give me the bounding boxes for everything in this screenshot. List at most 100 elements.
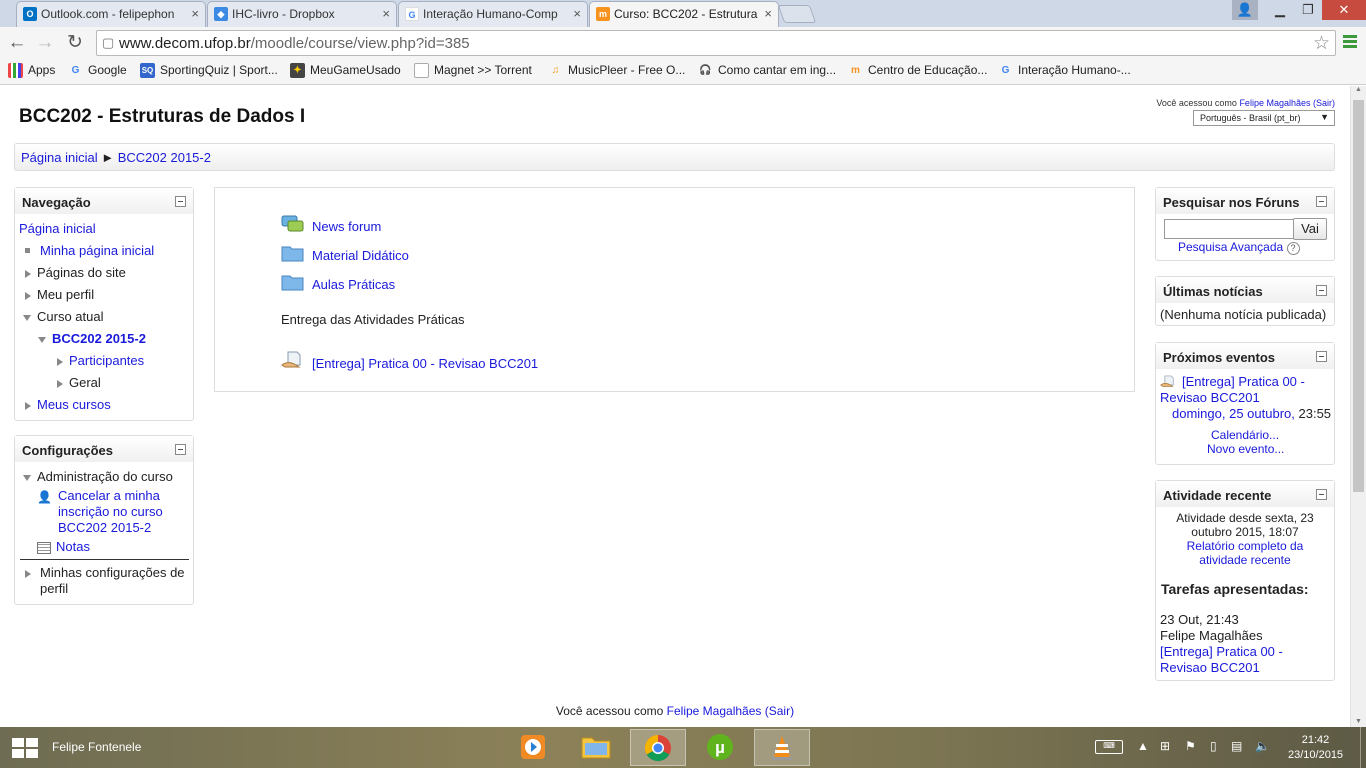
bookmark-star-icon[interactable]: ☆ [1313, 32, 1330, 55]
activity-assignment[interactable]: [Entrega] Pratica 00 - Revisao BCC201 [281, 351, 538, 371]
media-player-icon[interactable] [505, 729, 561, 766]
tab-outlook[interactable]: O Outlook.com - felipephon × [16, 1, 206, 27]
svg-text:µ: µ [715, 738, 725, 757]
apps-grid-icon [8, 63, 23, 78]
nav-current-course[interactable]: Curso atual [23, 309, 103, 324]
nav-general[interactable]: Geral [57, 375, 101, 390]
action-center-icon[interactable]: ⚑ [1185, 739, 1196, 753]
new-tab-button[interactable] [777, 5, 817, 23]
latest-news-block: Últimas notícias (Nenhuma notícia public… [1155, 276, 1335, 326]
show-hidden-icons[interactable]: ▲ [1137, 739, 1149, 753]
nav-home[interactable]: Página inicial [19, 221, 96, 236]
activity-news-forum[interactable]: News forum [281, 215, 381, 234]
full-report-link[interactable]: Relatório completo da atividade recente [1156, 539, 1334, 567]
unenrol-link[interactable]: 👤 Cancelar a minha inscrição no curso BC… [37, 488, 163, 536]
tab-close-icon[interactable]: × [764, 6, 772, 21]
tab-ihc[interactable]: G Interação Humano-Comp × [398, 1, 588, 27]
event-item[interactable]: [Entrega] Pratica 00 - Revisao BCC201 do… [1160, 374, 1331, 422]
minimize-button[interactable]: ▁ [1266, 0, 1294, 20]
battery-icon[interactable]: ▯ [1210, 739, 1217, 753]
page-info-icon[interactable]: ▢ [102, 35, 114, 51]
block-header: Últimas notícias [1156, 277, 1334, 303]
recent-activity-block: Atividade recente Atividade desde sexta,… [1155, 480, 1335, 681]
page-title: BCC202 - Estruturas de Dados I [19, 106, 306, 127]
user-profile-icon[interactable]: 👤 [1232, 0, 1258, 20]
bookmark-sportingquiz[interactable]: SQ SportingQuiz | Sport... [140, 63, 278, 78]
user-profile-link[interactable]: Felipe Magalhães [1239, 98, 1310, 108]
folder-icon [281, 275, 304, 291]
advanced-search[interactable]: Pesquisa Avançada ? [1178, 240, 1300, 255]
windows-start-icon[interactable] [12, 738, 38, 758]
show-desktop-button[interactable] [1360, 727, 1366, 768]
submission-link[interactable]: Revisao BCC201 [1160, 660, 1283, 676]
tab-close-icon[interactable]: × [382, 6, 390, 21]
tab-title: Outlook.com - felipephon [41, 7, 175, 21]
nav-my-profile[interactable]: Meu perfil [25, 287, 94, 302]
bookmark-ihc[interactable]: G Interação Humano-... [998, 63, 1131, 77]
address-bar[interactable]: ▢ www.decom.ufop.br/moodle/course/view.p… [96, 30, 1336, 56]
close-window-button[interactable]: ✕ [1322, 0, 1366, 20]
bookmark-centro-educacao[interactable]: m Centro de Educação... [848, 63, 987, 77]
submission-link[interactable]: [Entrega] Pratica 00 - [1160, 644, 1283, 660]
collapse-icon[interactable] [1316, 285, 1327, 296]
collapse-icon[interactable] [1316, 351, 1327, 362]
grades-link[interactable]: Notas [37, 539, 90, 554]
tab-moodle-course[interactable]: m Curso: BCC202 - Estrutura × [589, 1, 779, 28]
restore-button[interactable]: ❐ [1294, 0, 1322, 20]
footer-user-link[interactable]: Felipe Magalhães [667, 704, 762, 718]
forward-button[interactable]: → [34, 32, 56, 54]
utorrent-icon[interactable]: µ [692, 729, 748, 766]
course-admin[interactable]: Administração do curso [23, 469, 173, 484]
collapse-icon[interactable] [175, 444, 186, 455]
bookmark-google[interactable]: G Google [68, 63, 127, 77]
breadcrumb-course[interactable]: BCC202 2015-2 [118, 150, 211, 165]
vlc-icon[interactable] [754, 729, 810, 766]
profile-settings[interactable]: Minhas configurações de perfil [25, 565, 185, 597]
activity-material-didatico[interactable]: Material Didático [281, 246, 409, 263]
language-select[interactable]: Português - Brasil (pt_br) ▼ [1193, 110, 1335, 126]
forum-search-input[interactable] [1164, 219, 1294, 239]
bookmark-meugameusado[interactable]: ✦ MeuGameUsado [290, 63, 401, 78]
volume-icon[interactable]: 🔈 [1255, 739, 1270, 753]
page-icon [414, 63, 429, 78]
breadcrumb-home[interactable]: Página inicial [21, 150, 98, 165]
network-icon[interactable]: ▤ [1231, 739, 1242, 753]
help-icon[interactable]: ? [1286, 242, 1300, 255]
activity-aulas-praticas[interactable]: Aulas Práticas [281, 275, 395, 292]
reload-button[interactable]: ↻ [64, 32, 86, 54]
bookmark-musicpleer[interactable]: ♫ MusicPleer - Free O... [548, 63, 686, 77]
chrome-menu-icon[interactable] [1343, 35, 1357, 49]
logout-link[interactable]: (Sair) [1313, 98, 1335, 108]
nav-participants[interactable]: Participantes [57, 353, 144, 368]
new-event-link[interactable]: Novo evento... [1207, 442, 1284, 456]
keyboard-icon[interactable]: ⌨ [1095, 740, 1123, 754]
taskbar-clock[interactable]: 21:42 23/10/2015 [1288, 733, 1343, 763]
collapse-icon[interactable] [175, 196, 186, 207]
dropdown-arrow-icon: ▼ [1320, 112, 1329, 122]
windows-tray-icon[interactable]: ⊞ [1160, 739, 1170, 753]
tab-close-icon[interactable]: × [191, 6, 199, 21]
tab-dropbox[interactable]: ◆ IHC-livro - Dropbox × [207, 1, 397, 27]
bookmark-apps[interactable]: Apps [8, 63, 55, 78]
file-explorer-icon[interactable] [568, 729, 624, 766]
section-label: Entrega das Atividades Práticas [281, 312, 465, 327]
tab-close-icon[interactable]: × [573, 6, 581, 21]
nav-site-pages[interactable]: Páginas do site [25, 265, 126, 280]
scrollbar-thumb[interactable] [1353, 100, 1364, 492]
chrome-icon[interactable] [630, 729, 686, 766]
search-go-button[interactable]: Vai [1293, 218, 1327, 240]
nav-course[interactable]: BCC202 2015-2 [38, 331, 146, 346]
bookmark-magnet[interactable]: Magnet >> Torrent [414, 63, 532, 78]
nav-my-home[interactable]: Minha página inicial [21, 243, 154, 258]
footer-logout-link[interactable]: (Sair) [765, 704, 794, 718]
bookmark-como-cantar[interactable]: 🎧 Como cantar em ing... [698, 63, 836, 77]
back-button[interactable]: ← [6, 32, 28, 54]
submission-item: 23 Out, 21:43 Felipe Magalhães [Entrega]… [1160, 612, 1283, 676]
user-icon: 👤 [37, 490, 52, 504]
page-scrollbar[interactable]: ▲ ▼ [1350, 86, 1366, 727]
calendar-link[interactable]: Calendário... [1211, 428, 1279, 442]
collapse-icon[interactable] [1316, 196, 1327, 207]
collapse-icon[interactable] [1316, 489, 1327, 500]
nav-my-courses[interactable]: Meus cursos [25, 397, 111, 412]
sportingquiz-icon: SQ [140, 63, 155, 78]
